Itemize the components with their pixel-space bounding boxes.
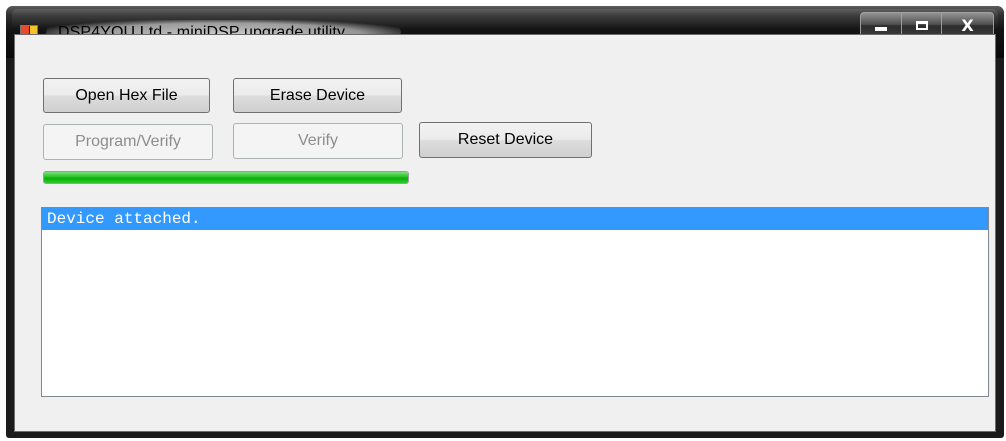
erase-device-button[interactable]: Erase Device — [233, 78, 402, 113]
client-area: Open Hex File Erase Device Program/Verif… — [14, 34, 996, 432]
open-hex-file-button[interactable]: Open Hex File — [43, 78, 210, 113]
progress-fill — [44, 172, 408, 183]
reset-device-button[interactable]: Reset Device — [419, 122, 592, 158]
program-verify-button[interactable]: Program/Verify — [43, 124, 213, 160]
log-listbox[interactable]: Device attached. — [41, 207, 989, 397]
verify-button[interactable]: Verify — [233, 123, 403, 159]
progress-bar — [43, 171, 409, 184]
minimize-icon — [875, 27, 887, 31]
app-window: DSP4YOU Ltd - miniDSP upgrade utility X … — [6, 6, 1004, 438]
close-icon: X — [961, 15, 974, 35]
log-line[interactable]: Device attached. — [42, 208, 988, 230]
maximize-icon — [915, 20, 928, 30]
